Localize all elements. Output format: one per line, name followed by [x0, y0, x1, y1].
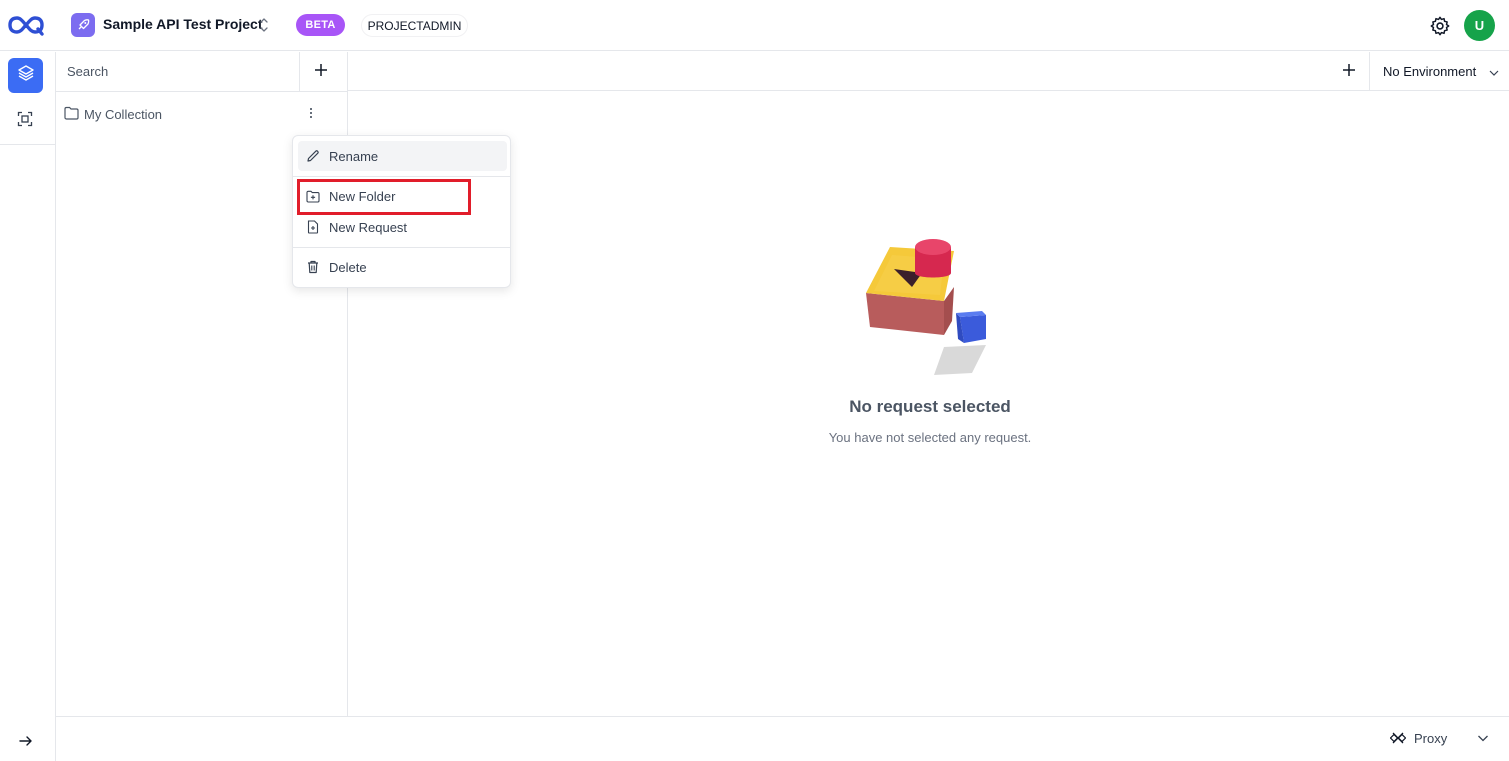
more-vertical-icon[interactable]: [304, 105, 318, 121]
file-plus-icon: [306, 220, 320, 234]
plus-icon: [1342, 63, 1356, 82]
environments-nav-button[interactable]: [14, 110, 36, 132]
role-badge: PROJECTADMIN: [361, 14, 468, 37]
new-tab-button[interactable]: [1339, 62, 1359, 82]
collection-label: My Collection: [84, 107, 163, 122]
menu-item-rename[interactable]: Rename: [298, 141, 507, 171]
beta-badge: BETA: [296, 14, 345, 36]
menu-item-delete[interactable]: Delete: [298, 252, 507, 282]
menu-item-label: Rename: [329, 148, 379, 164]
frame-icon: [17, 111, 33, 132]
chevron-down-icon: [1489, 66, 1499, 76]
collection-item[interactable]: My Collection: [56, 100, 348, 128]
menu-item-label: Delete: [329, 259, 367, 275]
top-header: Sample API Test Project BETA PROJECTADMI…: [0, 0, 1509, 51]
avatar[interactable]: U: [1464, 10, 1495, 41]
rocket-icon[interactable]: [71, 13, 95, 37]
layers-icon: [17, 64, 35, 87]
chevron-up-down-icon[interactable]: [258, 15, 270, 35]
project-name[interactable]: Sample API Test Project: [103, 16, 263, 32]
rail-divider: [0, 144, 56, 145]
logo-icon[interactable]: [8, 12, 44, 38]
menu-item-new-request[interactable]: New Request: [298, 212, 507, 242]
gear-icon[interactable]: [1429, 15, 1451, 37]
proxy-label: Proxy: [1414, 730, 1448, 746]
plus-icon: [314, 63, 328, 82]
empty-state-subtitle: You have not selected any request.: [828, 430, 1032, 445]
menu-divider: [293, 247, 510, 248]
environment-select[interactable]: No Environment: [1369, 52, 1509, 90]
add-collection-button[interactable]: [311, 62, 331, 82]
footer-bar: Proxy: [56, 716, 1509, 761]
environment-label: No Environment: [1383, 63, 1477, 79]
chevron-down-icon[interactable]: [1477, 731, 1489, 743]
proxy-button[interactable]: Proxy: [1389, 728, 1448, 748]
menu-item-label: New Request: [329, 219, 408, 235]
proxy-icon: [1389, 730, 1407, 746]
arrow-right-icon[interactable]: [16, 732, 36, 750]
search-row: [56, 52, 348, 92]
search-input[interactable]: [56, 52, 300, 91]
left-rail: [0, 52, 56, 761]
trash-icon: [306, 260, 320, 274]
main-toolbar: No Environment: [348, 52, 1509, 91]
pencil-icon: [306, 149, 320, 163]
collection-context-menu: Rename New Folder New Request Delete: [292, 135, 511, 288]
folder-icon: [64, 106, 79, 120]
collections-nav-button[interactable]: [8, 58, 43, 93]
empty-state-illustration: [860, 235, 1000, 380]
menu-divider: [293, 176, 510, 177]
empty-state-title: No request selected: [849, 397, 1011, 416]
highlight-annotation: [297, 179, 471, 215]
